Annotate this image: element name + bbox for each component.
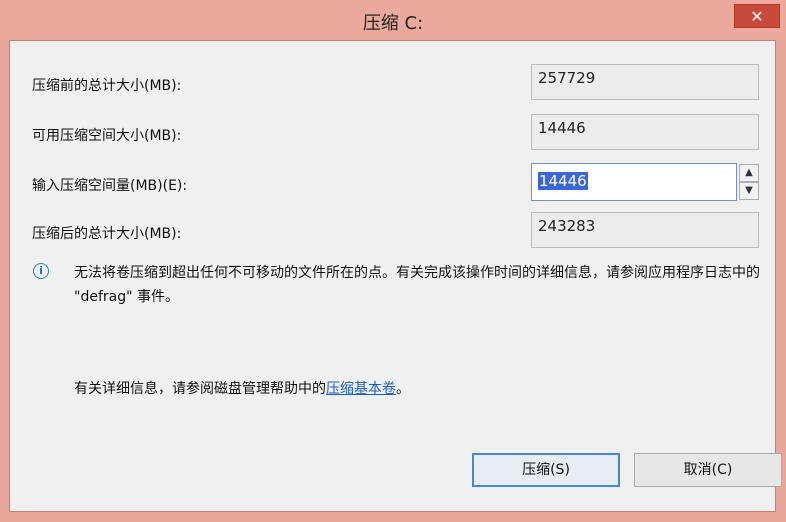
input-amount-label: 输入压缩空间量(MB)(E): (32, 178, 188, 194)
info-message: 无法将卷压缩到超出任何不可移动的文件所在的点。有关完成该操作时间的详细信息，请参… (74, 265, 760, 305)
total-after-value: 243283 (531, 212, 759, 248)
close-icon: ✕ (750, 7, 764, 26)
compress-amount-input[interactable]: 14446 (531, 163, 737, 201)
selected-text: 14446 (538, 172, 588, 190)
compress-amount-stepper[interactable]: 14446 ▲ ▼ (531, 163, 760, 201)
spin-up-button[interactable]: ▲ (739, 164, 759, 182)
cancel-button[interactable]: 取消(C) (634, 453, 782, 487)
chevron-down-icon: ▼ (745, 185, 753, 196)
title-bar[interactable]: 压缩 C: ✕ (0, 0, 786, 40)
available-space-label: 可用压缩空间大小(MB): (32, 128, 182, 144)
available-space-value: 14446 (531, 114, 759, 150)
help-line: 有关详细信息，请参阅磁盘管理帮助中的压缩基本卷。 (74, 378, 410, 398)
dialog-body: 压缩前的总计大小(MB): 257729 可用压缩空间大小(MB): 14446… (9, 40, 782, 512)
compress-button[interactable]: 压缩(S) (472, 453, 620, 487)
total-after-label: 压缩后的总计大小(MB): (32, 226, 182, 242)
help-suffix: 。 (396, 381, 410, 397)
dialog-title: 压缩 C: (362, 13, 424, 34)
compress-dialog-window: 压缩 C: ✕ 压缩前的总计大小(MB): 257729 可用压缩空间大小(MB… (0, 0, 786, 522)
info-icon: i (33, 263, 49, 279)
help-prefix: 有关详细信息，请参阅磁盘管理帮助中的 (74, 381, 326, 397)
help-link[interactable]: 压缩基本卷 (326, 381, 396, 397)
chevron-up-icon: ▲ (745, 167, 753, 178)
spin-down-button[interactable]: ▼ (739, 182, 759, 200)
total-before-value: 257729 (531, 64, 759, 100)
total-before-label: 压缩前的总计大小(MB): (32, 78, 182, 94)
close-button[interactable]: ✕ (734, 4, 780, 28)
